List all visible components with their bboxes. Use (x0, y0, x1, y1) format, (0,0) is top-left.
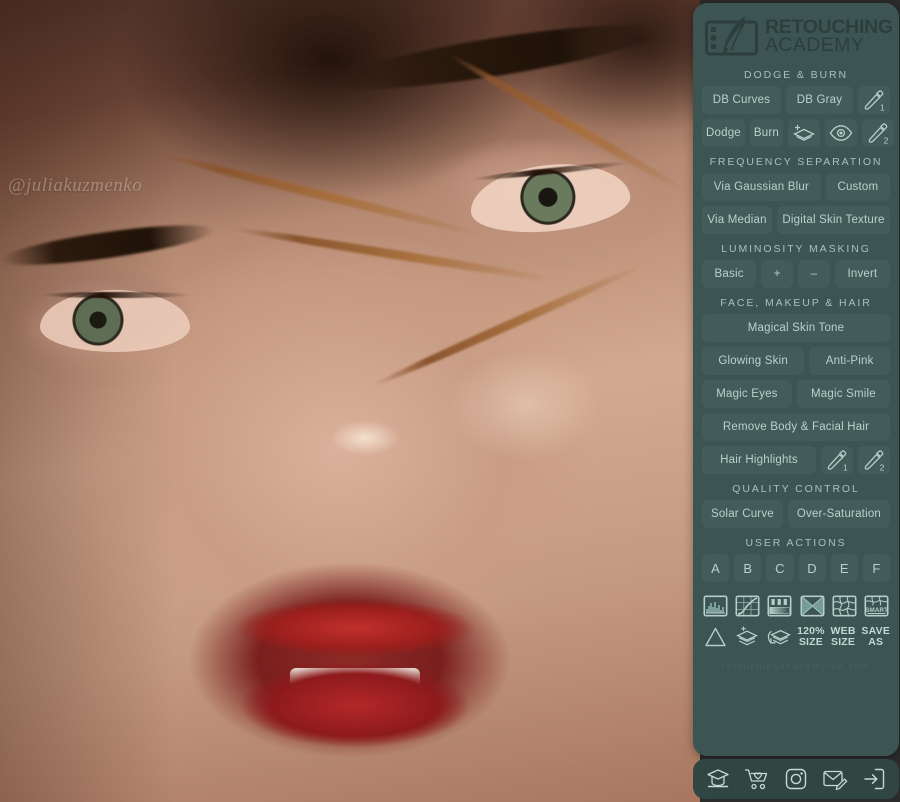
stamp-visible-layer-icon[interactable] (734, 623, 761, 650)
button-glowing-skin[interactable]: Glowing Skin (702, 347, 805, 375)
button-plus[interactable]: + (761, 260, 794, 288)
section-title-user-actions: USER ACTIONS (745, 537, 847, 549)
button-f[interactable]: F (862, 554, 891, 582)
button-hair-highlights[interactable]: Hair Highlights (702, 446, 816, 474)
button-db-curves[interactable]: DB Curves (702, 86, 781, 114)
icon-row: SMART (702, 592, 890, 619)
button-row: Hair Highlights 1 2 (702, 446, 890, 474)
levels-icon[interactable] (766, 592, 793, 619)
button-via-median[interactable]: Via Median (702, 206, 773, 234)
svg-text:1: 1 (843, 463, 848, 473)
photo-watermark: @juliakuzmenko (8, 175, 143, 196)
cheek-highlight (450, 350, 600, 460)
curves-icon[interactable] (734, 592, 761, 619)
retouching-academy-panel: RETOUCHING ACADEMY DODGE & BURN DB Curves… (693, 3, 899, 799)
mesh-warp-icon[interactable] (831, 592, 858, 619)
panel-sections: DODGE & BURN DB Curves DB Gray 1 Dodge Burn 2 F… (702, 60, 894, 587)
section-title-dodge-burn: DODGE & BURN (744, 69, 848, 81)
action-label: 120% SIZE (797, 625, 825, 648)
eye-icon[interactable] (824, 119, 857, 147)
button-magic-eyes[interactable]: Magic Eyes (702, 380, 792, 408)
action-web-size[interactable]: WEB SIZE (830, 623, 857, 650)
button-row: Magical Skin Tone (702, 314, 890, 342)
button-row: Via Median Digital Skin Texture (702, 206, 890, 234)
add-layer-icon[interactable] (787, 119, 820, 147)
section-title-luminosity-masking: LUMINOSITY MASKING (721, 243, 871, 255)
button-digital-skin-texture[interactable]: Digital Skin Texture (777, 206, 890, 234)
section-title-frequency-separation: FREQUENCY SEPARATION (709, 156, 883, 168)
brush-2-icon[interactable]: 2 (861, 119, 894, 147)
button-dodge[interactable]: Dodge (702, 119, 745, 147)
button-remove-body-facial-hair[interactable]: Remove Body & Facial Hair (702, 413, 890, 441)
nose-highlight (330, 420, 400, 456)
button-db-gray[interactable]: DB Gray (785, 86, 853, 114)
button-row: Dodge Burn 2 (702, 119, 894, 147)
brush-1-icon[interactable]: 1 (821, 446, 853, 474)
button-basic[interactable]: Basic (702, 260, 757, 288)
action-120-size[interactable]: 120% SIZE (797, 623, 825, 650)
logout-icon[interactable] (862, 767, 886, 791)
button-over-saturation[interactable]: Over-Saturation (787, 500, 891, 528)
button-c[interactable]: C (766, 554, 794, 582)
button-row: Via Gaussian Blur Custom (702, 173, 891, 201)
section-title-face-makeup-hair: FACE, MAKEUP & HAIR (720, 297, 872, 309)
retouched-portrait-photo: @juliakuzmenko (0, 0, 700, 802)
svg-text:SMART: SMART (865, 606, 888, 613)
button-solar-curve[interactable]: Solar Curve (702, 500, 783, 528)
button-e[interactable]: E (830, 554, 858, 582)
button-custom[interactable]: Custom (825, 173, 891, 201)
button-a[interactable]: A (702, 554, 730, 582)
bottom-nav-bar (693, 759, 899, 799)
button-magic-smile[interactable]: Magic Smile (796, 380, 891, 408)
button-row: ABCDEF (702, 554, 891, 582)
action-save-as[interactable]: SAVE AS (861, 623, 890, 650)
button-row: Basic + – Invert (702, 260, 890, 288)
icon-row: 120% SIZE WEB SIZE SAVE AS (702, 623, 890, 650)
triangle-icon[interactable] (702, 623, 729, 650)
action-label: WEB SIZE (830, 625, 856, 648)
instagram-icon[interactable] (784, 767, 808, 791)
button-b[interactable]: B (734, 554, 762, 582)
button-row: Magic Eyes Magic Smile (702, 380, 891, 408)
eyelash-left (42, 292, 190, 298)
button-invert[interactable]: Invert (834, 260, 890, 288)
brush-2-icon[interactable]: 2 (858, 446, 890, 474)
panel-logo: RETOUCHING ACADEMY (702, 12, 893, 60)
button-magical-skin-tone[interactable]: Magical Skin Tone (702, 314, 890, 342)
svg-text:2: 2 (884, 136, 889, 146)
panel-watermark: retouchingacademylab.com (721, 661, 871, 671)
tool-icon-grid: SMART 120% SIZE WEB SIZE SAVE AS (702, 592, 890, 654)
button-row: DB Curves DB Gray 1 (702, 86, 890, 114)
svg-text:1: 1 (880, 103, 885, 113)
button-burn[interactable]: Burn (749, 119, 783, 147)
action-label: SAVE AS (861, 625, 891, 648)
gradient-x-icon[interactable] (799, 592, 826, 619)
email-edit-icon[interactable] (822, 768, 848, 790)
smart-sharpen-icon[interactable]: SMART (863, 592, 890, 619)
lips (190, 570, 520, 765)
button-d[interactable]: D (798, 554, 826, 582)
cart-heart-icon[interactable] (744, 767, 770, 791)
logo-line-2: ACADEMY (765, 34, 865, 56)
button-row: Glowing Skin Anti-Pink (702, 347, 890, 375)
button-anti-pink[interactable]: Anti-Pink (809, 347, 890, 375)
tablet-feather-logo-icon (705, 16, 759, 58)
brush-1-icon[interactable]: 1 (858, 86, 890, 114)
app-root: @juliakuzmenko RETOUCHING ACADEMY DODGE … (0, 0, 900, 802)
academy-icon[interactable] (706, 767, 730, 791)
histogram-icon[interactable] (702, 592, 729, 619)
logo-wordmark: RETOUCHING ACADEMY (765, 17, 893, 56)
button-button[interactable]: – (798, 260, 830, 288)
merge-layers-icon[interactable] (765, 623, 792, 650)
button-row: Remove Body & Facial Hair (702, 413, 890, 441)
panel-body: RETOUCHING ACADEMY DODGE & BURN DB Curves… (693, 3, 899, 756)
button-row: Solar Curve Over-Saturation (702, 500, 891, 528)
section-title-quality-control: QUALITY CONTROL (732, 483, 860, 495)
button-via-gaussian-blur[interactable]: Via Gaussian Blur (702, 173, 821, 201)
svg-text:2: 2 (880, 463, 885, 473)
